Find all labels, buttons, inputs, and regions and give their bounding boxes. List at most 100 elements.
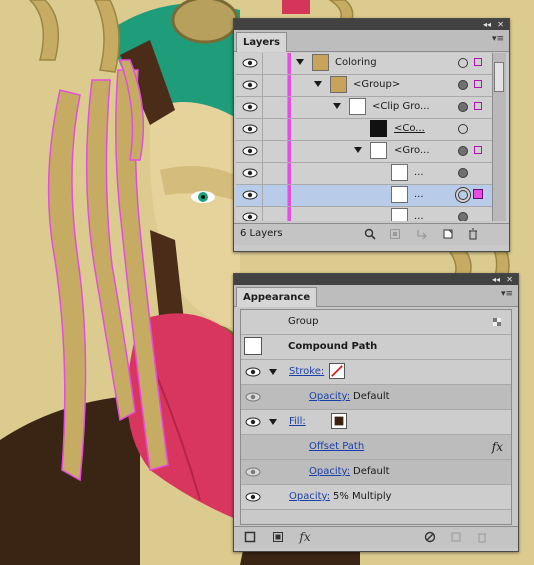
lock-toggle[interactable] — [262, 53, 288, 74]
selection-indicator[interactable] — [474, 80, 482, 88]
eye-icon[interactable] — [242, 189, 258, 201]
lock-toggle[interactable] — [262, 75, 288, 96]
expand-triangle-icon[interactable] — [269, 419, 277, 425]
layer-name[interactable]: <Gro... — [394, 145, 430, 156]
selection-indicator[interactable] — [474, 58, 482, 66]
expand-triangle-icon[interactable] — [269, 369, 277, 375]
target-icon[interactable] — [458, 124, 468, 134]
close-icon[interactable]: ✕ — [497, 19, 504, 30]
target-icon[interactable] — [458, 212, 468, 221]
target-icon[interactable] — [458, 102, 468, 112]
new-layer-icon[interactable] — [442, 228, 454, 240]
fill-opacity-row[interactable]: Opacity: Default — [241, 460, 511, 485]
expand-triangle-icon[interactable] — [333, 103, 341, 109]
layer-row[interactable]: ... — [236, 207, 492, 221]
target-icon[interactable] — [458, 58, 468, 68]
layer-color-bar — [288, 119, 291, 140]
clear-appearance-icon[interactable] — [424, 531, 436, 543]
lock-toggle[interactable] — [262, 141, 288, 162]
fill-row[interactable]: Fill: — [241, 410, 511, 435]
eye-icon[interactable] — [242, 211, 258, 221]
eye-icon[interactable] — [245, 416, 261, 428]
scrollbar-thumb[interactable] — [494, 62, 504, 92]
layer-row[interactable]: <Co... — [236, 119, 492, 141]
eye-icon[interactable] — [242, 101, 258, 113]
stroke-label[interactable]: Stroke: — [289, 366, 324, 377]
selection-indicator[interactable] — [473, 189, 483, 199]
tab-layers[interactable]: Layers — [236, 32, 287, 52]
opacity-label[interactable]: Opacity: — [309, 466, 350, 477]
lock-toggle[interactable] — [262, 97, 288, 118]
target-icon[interactable] — [458, 190, 468, 200]
new-sublayer-icon[interactable] — [416, 228, 428, 240]
fx-icon[interactable]: fx — [492, 440, 503, 454]
opacity-value: Default — [353, 391, 390, 402]
eye-icon[interactable] — [242, 79, 258, 91]
eye-icon[interactable] — [242, 145, 258, 157]
make-clip-mask-icon[interactable] — [389, 228, 401, 240]
eye-icon[interactable] — [245, 491, 261, 503]
tab-appearance[interactable]: Appearance — [236, 287, 318, 307]
layer-row[interactable]: <Group> — [236, 75, 492, 97]
layers-footer: 6 Layers — [234, 223, 509, 245]
delete-icon[interactable] — [467, 228, 479, 240]
layer-name[interactable]: <Clip Gro... — [372, 101, 430, 112]
eye-icon[interactable] — [245, 366, 261, 378]
appearance-titlebar[interactable]: ◂◂ ✕ — [234, 274, 518, 285]
layer-row[interactable]: ... — [236, 163, 492, 185]
layer-name[interactable]: <Co... — [394, 123, 425, 134]
delete-icon[interactable] — [476, 531, 488, 543]
add-stroke-icon[interactable] — [244, 531, 256, 543]
appearance-list: Group Compound Path Stroke: Opacity: Def… — [240, 309, 512, 525]
selection-indicator[interactable] — [474, 102, 482, 110]
effect-row[interactable]: Offset Path fx — [241, 435, 511, 460]
layer-thumbnail — [391, 208, 408, 221]
expand-triangle-icon[interactable] — [314, 81, 322, 87]
eye-icon[interactable] — [242, 167, 258, 179]
add-fill-icon[interactable] — [272, 531, 284, 543]
collapse-icon[interactable]: ◂◂ — [483, 19, 491, 30]
layer-name[interactable]: ... — [414, 167, 424, 178]
layer-row-selected[interactable]: ... — [236, 185, 492, 207]
collapse-icon[interactable]: ◂◂ — [492, 274, 500, 285]
layers-titlebar[interactable]: ◂◂ ✕ — [234, 19, 509, 30]
stroke-opacity-row[interactable]: Opacity: Default — [241, 385, 511, 410]
search-icon[interactable] — [364, 228, 376, 240]
panel-menu-icon[interactable]: ▾≡ — [492, 34, 504, 44]
opacity-label[interactable]: Opacity: — [309, 391, 350, 402]
panel-menu-icon[interactable]: ▾≡ — [501, 289, 513, 299]
stroke-row[interactable]: Stroke: — [241, 360, 511, 385]
layer-name[interactable]: Coloring — [335, 57, 377, 68]
appearance-tab-row: Appearance ▾≡ — [234, 285, 518, 307]
fx-menu-icon[interactable]: fx — [296, 531, 314, 543]
layer-row[interactable]: Coloring — [236, 53, 492, 75]
expand-triangle-icon[interactable] — [296, 59, 304, 65]
layer-name[interactable]: ... — [414, 211, 424, 221]
stroke-none-swatch[interactable] — [329, 363, 345, 379]
lock-toggle[interactable] — [262, 185, 288, 206]
lock-toggle[interactable] — [262, 207, 288, 221]
fill-label[interactable]: Fill: — [289, 416, 306, 427]
layer-row[interactable]: <Gro... — [236, 141, 492, 163]
eye-icon[interactable] — [245, 391, 261, 403]
fill-swatch[interactable] — [331, 413, 347, 429]
eye-icon[interactable] — [242, 123, 258, 135]
object-opacity-row[interactable]: Opacity: 5% Multiply — [241, 485, 511, 510]
close-icon[interactable]: ✕ — [506, 274, 513, 285]
lock-toggle[interactable] — [262, 163, 288, 184]
layers-scrollbar[interactable] — [492, 53, 506, 221]
layer-name[interactable]: <Group> — [353, 79, 400, 90]
layer-name[interactable]: ... — [414, 189, 424, 200]
lock-toggle[interactable] — [262, 119, 288, 140]
target-icon[interactable] — [458, 168, 468, 178]
eye-icon[interactable] — [245, 466, 261, 478]
target-icon[interactable] — [458, 146, 468, 156]
eye-icon[interactable] — [242, 57, 258, 69]
duplicate-item-icon[interactable] — [450, 531, 462, 543]
effect-label[interactable]: Offset Path — [309, 441, 364, 452]
opacity-label[interactable]: Opacity: — [289, 491, 330, 502]
expand-triangle-icon[interactable] — [354, 147, 362, 153]
target-icon[interactable] — [458, 80, 468, 90]
layer-row[interactable]: <Clip Gro... — [236, 97, 492, 119]
selection-indicator[interactable] — [474, 146, 482, 154]
